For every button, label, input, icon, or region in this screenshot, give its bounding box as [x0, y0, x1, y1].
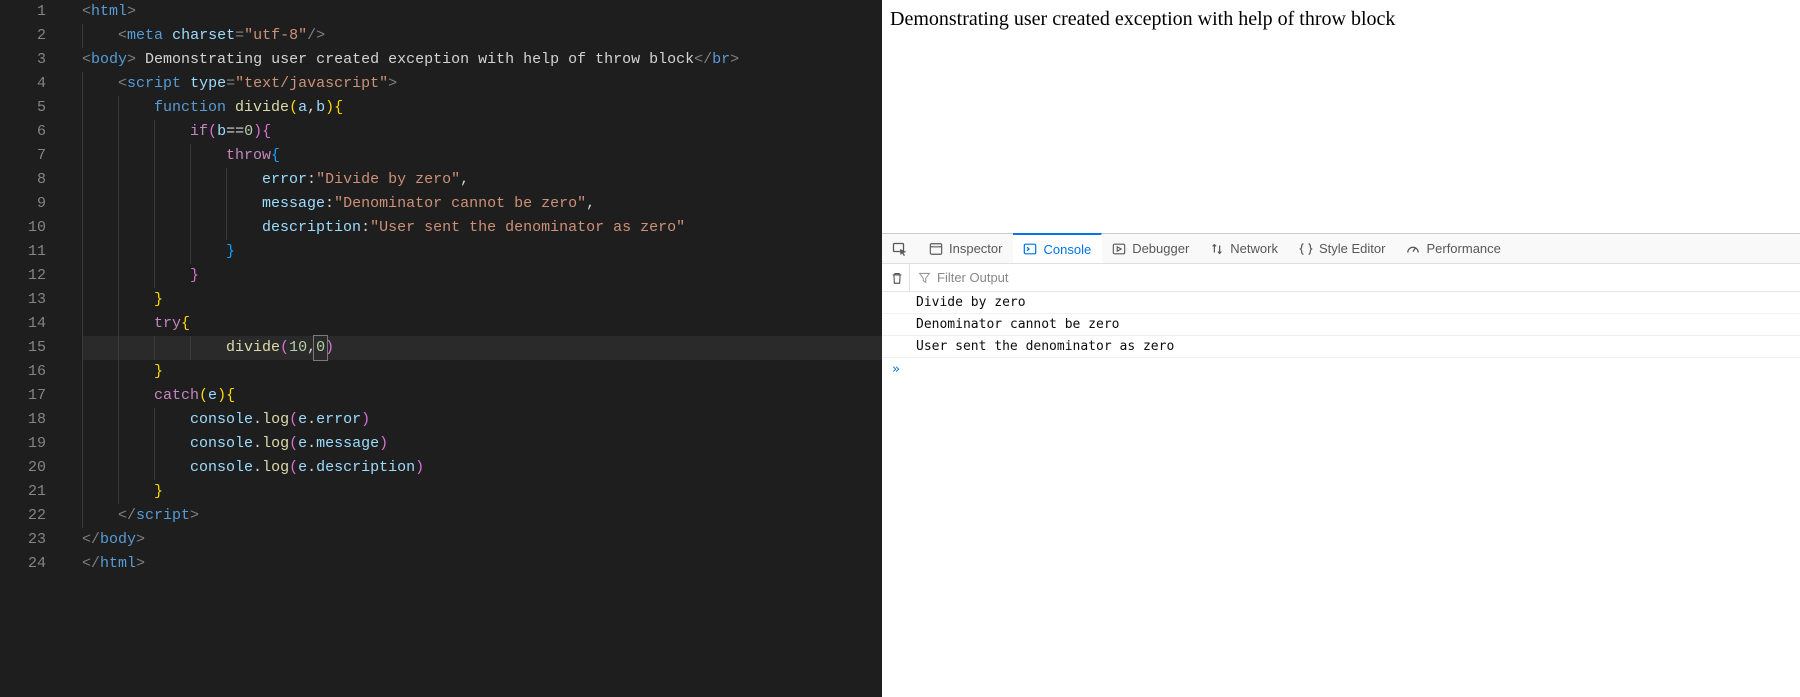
line-number: 1	[0, 0, 46, 24]
line-number: 2	[0, 24, 46, 48]
line-number: 3	[0, 48, 46, 72]
code-line[interactable]: console.log(e.error)	[82, 408, 882, 432]
tab-performance[interactable]: Performance	[1396, 234, 1511, 263]
code-line[interactable]: }	[82, 360, 882, 384]
tab-debugger[interactable]: Debugger	[1102, 234, 1200, 263]
code-line[interactable]: if(b==0){	[82, 120, 882, 144]
line-number: 17	[0, 384, 46, 408]
line-number: 13	[0, 288, 46, 312]
filter-output-input[interactable]: Filter Output	[918, 264, 1794, 291]
pick-element-button[interactable]	[882, 234, 919, 263]
tab-inspector[interactable]: Inspector	[919, 234, 1013, 263]
code-line[interactable]: }	[82, 264, 882, 288]
line-number: 19	[0, 432, 46, 456]
line-number: 10	[0, 216, 46, 240]
line-number: 8	[0, 168, 46, 192]
code-line[interactable]: divide(10,0)	[82, 336, 882, 360]
code-line[interactable]: </html>	[82, 552, 882, 576]
code-area[interactable]: <html> <meta charset="utf-8"/><body> Dem…	[60, 0, 882, 576]
tab-label: Debugger	[1132, 241, 1189, 256]
console-filter-bar: Filter Output	[882, 264, 1800, 292]
tab-style-editor[interactable]: Style Editor	[1289, 234, 1396, 263]
code-line[interactable]: }	[82, 240, 882, 264]
code-line[interactable]: try{	[82, 312, 882, 336]
line-number: 12	[0, 264, 46, 288]
line-number: 22	[0, 504, 46, 528]
code-line[interactable]: error:"Divide by zero",	[82, 168, 882, 192]
page-preview: Demonstrating user created exception wit…	[882, 0, 1800, 234]
debugger-icon	[1112, 242, 1126, 256]
line-number: 7	[0, 144, 46, 168]
line-number: 5	[0, 96, 46, 120]
console-log-row: Denominator cannot be zero	[882, 314, 1800, 336]
console-input-prompt[interactable]: »	[882, 358, 1800, 381]
tab-network[interactable]: Network	[1200, 234, 1289, 263]
code-line[interactable]: <body> Demonstrating user created except…	[82, 48, 882, 72]
line-number: 15	[0, 336, 46, 360]
code-line[interactable]: console.log(e.description)	[82, 456, 882, 480]
tab-label: Network	[1230, 241, 1278, 256]
tab-console[interactable]: Console	[1013, 233, 1102, 263]
code-line[interactable]: }	[82, 480, 882, 504]
funnel-icon	[918, 271, 931, 284]
code-line[interactable]: <meta charset="utf-8"/>	[82, 24, 882, 48]
trash-icon	[890, 271, 904, 285]
code-line[interactable]: <html>	[82, 0, 882, 24]
prompt-chevron-icon: »	[892, 362, 900, 377]
code-line[interactable]: catch(e){	[82, 384, 882, 408]
console-log-row: User sent the denominator as zero	[882, 336, 1800, 358]
line-number: 16	[0, 360, 46, 384]
code-line[interactable]: }	[82, 288, 882, 312]
preview-body-text: Demonstrating user created exception wit…	[890, 8, 1395, 30]
style-editor-icon	[1299, 242, 1313, 256]
tab-label: Style Editor	[1319, 241, 1385, 256]
line-number: 6	[0, 120, 46, 144]
devtools-panel: Inspector Console Debugger	[882, 234, 1800, 697]
line-number: 20	[0, 456, 46, 480]
code-line[interactable]: message:"Denominator cannot be zero",	[82, 192, 882, 216]
line-number: 11	[0, 240, 46, 264]
code-line[interactable]: </body>	[82, 528, 882, 552]
line-number: 21	[0, 480, 46, 504]
filter-placeholder: Filter Output	[937, 270, 1009, 285]
pick-element-icon	[892, 241, 908, 257]
code-line[interactable]: console.log(e.message)	[82, 432, 882, 456]
console-log-output: Divide by zeroDenominator cannot be zero…	[882, 292, 1800, 358]
network-icon	[1210, 242, 1224, 256]
clear-console-button[interactable]	[888, 264, 910, 291]
line-number: 14	[0, 312, 46, 336]
tab-label: Performance	[1426, 241, 1500, 256]
line-number: 4	[0, 72, 46, 96]
code-line[interactable]: <script type="text/javascript">	[82, 72, 882, 96]
line-number: 9	[0, 192, 46, 216]
code-line[interactable]: throw{	[82, 144, 882, 168]
line-number: 24	[0, 552, 46, 576]
line-number-gutter: 123456789101112131415161718192021222324	[0, 0, 60, 576]
line-number: 23	[0, 528, 46, 552]
devtools-tabs: Inspector Console Debugger	[882, 234, 1800, 264]
code-editor[interactable]: 123456789101112131415161718192021222324 …	[0, 0, 882, 697]
console-icon	[1023, 242, 1037, 256]
inspector-icon	[929, 242, 943, 256]
line-number: 18	[0, 408, 46, 432]
console-log-row: Divide by zero	[882, 292, 1800, 314]
performance-icon	[1406, 242, 1420, 256]
code-line[interactable]: function divide(a,b){	[82, 96, 882, 120]
code-line[interactable]: </script>	[82, 504, 882, 528]
code-line[interactable]: description:"User sent the denominator a…	[82, 216, 882, 240]
tab-label: Console	[1043, 242, 1091, 257]
tab-label: Inspector	[949, 241, 1002, 256]
